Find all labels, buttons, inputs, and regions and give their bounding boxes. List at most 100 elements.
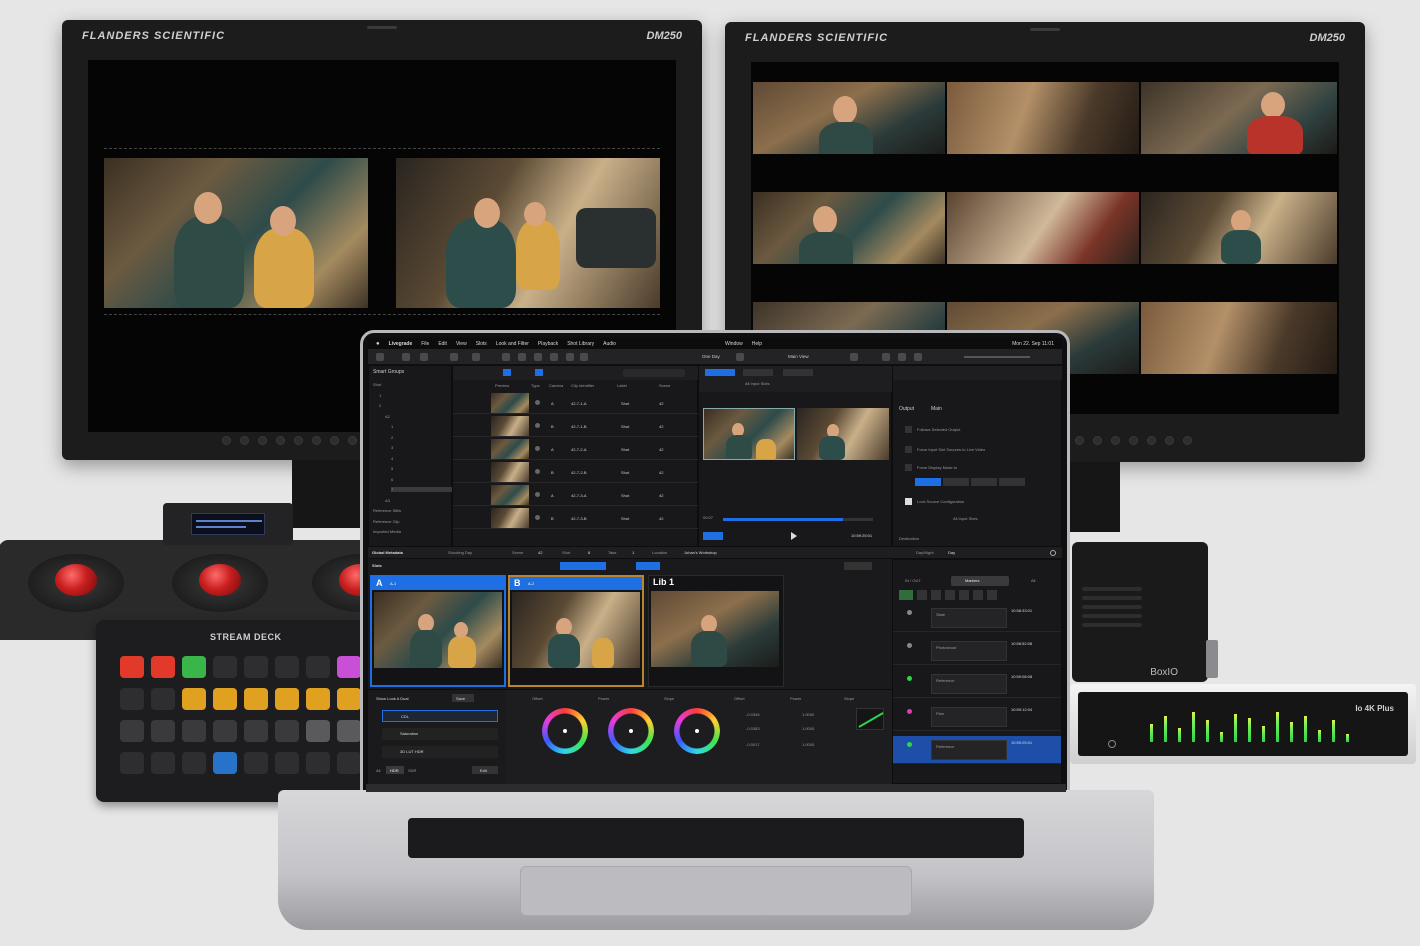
trackball-center[interactable] bbox=[172, 554, 268, 612]
menu-playback[interactable]: Playback bbox=[538, 341, 558, 347]
look-node-saturation[interactable]: Saturation bbox=[382, 728, 498, 740]
menu-edit[interactable]: Edit bbox=[438, 341, 447, 347]
stream-deck-key[interactable] bbox=[306, 720, 330, 742]
search-field[interactable] bbox=[623, 369, 685, 377]
marker-row[interactable]: Photoshoot 10:58:52:08 bbox=[893, 637, 1061, 665]
column-header[interactable]: Label bbox=[617, 383, 627, 388]
timeline-scrubber[interactable] bbox=[723, 518, 873, 521]
trackball-ball[interactable] bbox=[55, 564, 97, 596]
clip-row[interactable]: B 42-7-2-B Shot 42 bbox=[453, 461, 699, 483]
grid-view-button[interactable] bbox=[535, 369, 543, 376]
play-icon[interactable] bbox=[791, 532, 797, 540]
grade-value[interactable]: -0.0383 bbox=[746, 726, 760, 731]
scope-icon[interactable] bbox=[534, 353, 542, 361]
mode-hdr[interactable]: HDR bbox=[390, 768, 399, 773]
smart-group-item[interactable]: Reference Clip bbox=[373, 519, 399, 524]
smart-group-item[interactable]: 2 bbox=[391, 435, 393, 440]
tab-markers[interactable]: Markers bbox=[965, 578, 979, 583]
stream-deck-key[interactable] bbox=[182, 720, 206, 742]
search-icon[interactable] bbox=[1050, 550, 1056, 556]
slot-a-chip[interactable] bbox=[703, 532, 723, 540]
checkbox[interactable] bbox=[905, 464, 912, 471]
mode-all[interactable]: All bbox=[376, 768, 380, 773]
stream-deck-key[interactable] bbox=[337, 720, 361, 742]
panel-icon[interactable] bbox=[914, 353, 922, 361]
stream-deck-key[interactable] bbox=[120, 656, 144, 678]
smart-group-item[interactable]: A2 bbox=[385, 414, 390, 419]
stream-deck-key[interactable] bbox=[120, 752, 144, 774]
apple-icon[interactable]: ● bbox=[376, 341, 380, 347]
smart-group-item[interactable]: 1 bbox=[379, 393, 381, 398]
marker-note[interactable]: Reference bbox=[931, 740, 1007, 760]
marker-note[interactable]: Reference bbox=[931, 674, 1007, 694]
keyboard[interactable] bbox=[408, 818, 1024, 858]
trackball-left[interactable] bbox=[28, 554, 124, 612]
meta-scene-value[interactable]: 42 bbox=[538, 550, 542, 555]
stream-deck-key[interactable] bbox=[306, 656, 330, 678]
mode-sdr[interactable]: SDR bbox=[408, 768, 416, 773]
meta-location-value[interactable]: Johan's Workshop bbox=[684, 550, 717, 555]
look-node-cdl[interactable]: CDL bbox=[382, 710, 498, 722]
checkbox[interactable] bbox=[905, 446, 912, 453]
stream-deck-key[interactable] bbox=[337, 752, 361, 774]
smart-group-item[interactable]: 2 bbox=[379, 403, 381, 408]
slot-a[interactable]: A A-1 bbox=[370, 575, 506, 687]
smart-group-item[interactable]: 3 bbox=[391, 445, 393, 450]
smart-group-item[interactable]: A3 bbox=[385, 498, 390, 503]
menu-help[interactable]: Help bbox=[752, 341, 762, 347]
smart-group-item[interactable]: 1 bbox=[391, 424, 393, 429]
marker-row[interactable]: Reference 10:59:25:01 bbox=[893, 736, 1061, 764]
clip-row[interactable]: A 42-7-2-A Shot 42 bbox=[453, 438, 699, 460]
stream-deck-key[interactable] bbox=[337, 656, 361, 678]
smart-group-item[interactable]: 7 bbox=[391, 487, 461, 492]
output-tab[interactable]: Output bbox=[899, 406, 914, 412]
slot-lib-1[interactable]: Lib 1 bbox=[648, 575, 784, 687]
stream-deck-key[interactable] bbox=[213, 720, 237, 742]
camera-icon[interactable] bbox=[450, 353, 458, 361]
offset-wheel-dot[interactable] bbox=[563, 729, 567, 733]
trackball-ball[interactable] bbox=[199, 564, 241, 596]
smart-group-item[interactable]: 5 bbox=[391, 466, 393, 471]
meta-shot-value[interactable]: 8 bbox=[588, 550, 590, 555]
column-header[interactable]: Preview bbox=[495, 383, 509, 388]
stream-deck-key[interactable] bbox=[182, 688, 206, 710]
checkbox[interactable] bbox=[905, 426, 912, 433]
menu-look-filter[interactable]: Look and Filter bbox=[496, 341, 529, 347]
grade-value[interactable]: -0.0017 bbox=[746, 742, 760, 747]
stream-deck-key[interactable] bbox=[275, 752, 299, 774]
stream-deck-key[interactable] bbox=[213, 752, 237, 774]
grade-value[interactable]: -0.0345 bbox=[746, 712, 760, 717]
out-a-button[interactable] bbox=[743, 369, 773, 376]
column-header[interactable]: Clip Identifier bbox=[571, 383, 594, 388]
group-icon[interactable] bbox=[402, 353, 410, 361]
meta-daynight-value[interactable]: Day bbox=[948, 550, 955, 555]
smart-group-item[interactable]: Imported Media bbox=[373, 529, 401, 534]
slot-b[interactable]: B A-2 bbox=[508, 575, 644, 687]
stream-deck-key[interactable] bbox=[182, 656, 206, 678]
marker-row[interactable]: Plan 10:59:12:04 bbox=[893, 703, 1061, 731]
marker-row[interactable]: Slate 10:58:33:01 bbox=[893, 604, 1061, 632]
clip-row[interactable]: A 42-7-3-A Shot 42 bbox=[453, 484, 699, 506]
day-selector[interactable]: One Day bbox=[702, 354, 720, 359]
look-node-lut[interactable]: 3D LUT HDR bbox=[382, 746, 498, 758]
marker-note[interactable]: Plan bbox=[931, 707, 1007, 727]
smart-group-item[interactable]: 6 bbox=[391, 477, 393, 482]
trackpad[interactable] bbox=[520, 866, 912, 916]
cloud-icon[interactable] bbox=[736, 353, 744, 361]
display-mode-segments[interactable] bbox=[915, 478, 1025, 486]
split-icon[interactable] bbox=[898, 353, 906, 361]
record-icon[interactable] bbox=[472, 353, 480, 361]
monitor-icon[interactable] bbox=[882, 353, 890, 361]
stream-deck-key[interactable] bbox=[306, 688, 330, 710]
sidebar-toggle-icon[interactable] bbox=[376, 353, 384, 361]
grade-value[interactable]: 1.0000 bbox=[802, 742, 814, 747]
zoom-slider[interactable] bbox=[964, 356, 1030, 358]
clip-row[interactable]: A 42-7-1-A Shot 42 bbox=[453, 392, 699, 414]
smart-group-item[interactable]: 4 bbox=[391, 456, 393, 461]
stream-deck-key[interactable] bbox=[244, 752, 268, 774]
marker-row[interactable]: Reference 10:59:08:08 bbox=[893, 670, 1061, 698]
slots-layout-button[interactable] bbox=[560, 562, 606, 570]
main-tab[interactable]: Main bbox=[931, 406, 942, 412]
folder-icon[interactable] bbox=[420, 353, 428, 361]
stream-deck-key[interactable] bbox=[275, 688, 299, 710]
